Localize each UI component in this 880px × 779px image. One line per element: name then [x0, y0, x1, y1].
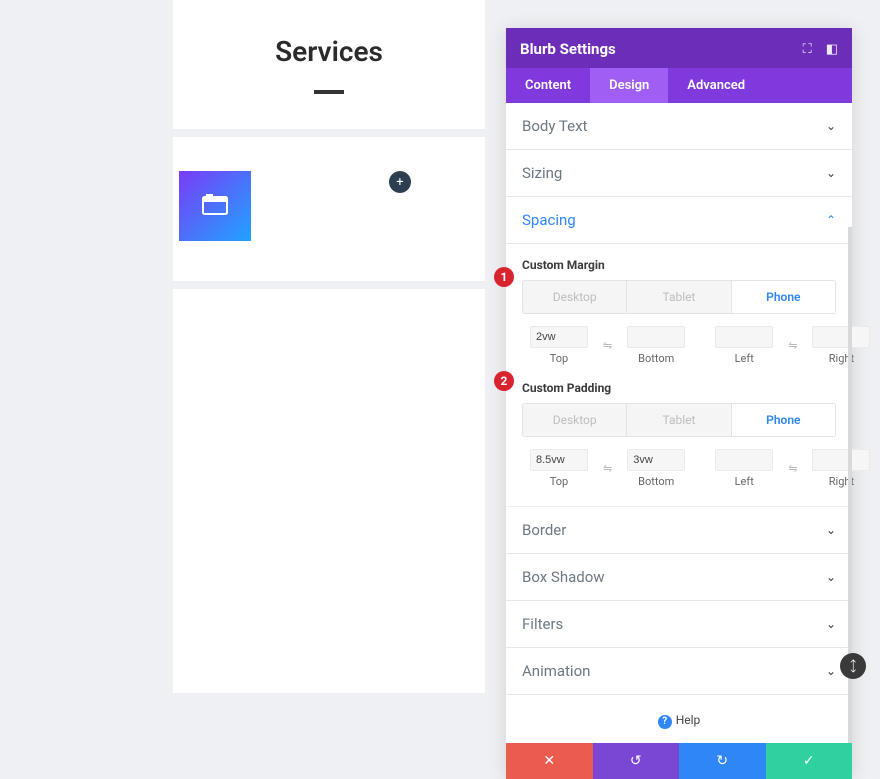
- section-border[interactable]: Border ⌄: [506, 507, 852, 554]
- margin-device-tabs: Desktop Tablet Phone: [522, 280, 836, 314]
- padding-inputs: Top ⇋ Bottom Left ⇋ Right: [522, 449, 836, 488]
- settings-panel: Blurb Settings ⛶ ◧ Content Design Advanc…: [506, 28, 852, 779]
- side-label-left: Left: [735, 475, 754, 488]
- chevron-down-icon: ⌄: [826, 570, 836, 584]
- close-icon: ✕: [543, 753, 555, 769]
- tab-content[interactable]: Content: [506, 68, 590, 103]
- section-gap: [173, 129, 485, 137]
- padding-bottom-input[interactable]: [627, 449, 685, 471]
- custom-margin-label: Custom Margin: [522, 258, 836, 272]
- custom-padding-label: Custom Padding: [522, 381, 836, 395]
- panel-body: Body Text ⌄ Sizing ⌄ Spacing ⌃ Custom Ma…: [506, 103, 852, 743]
- side-label-bottom: Bottom: [638, 352, 674, 365]
- padding-right-input[interactable]: [812, 449, 870, 471]
- expand-icon[interactable]: ⛶: [803, 42, 812, 57]
- help-link[interactable]: ?Help: [506, 695, 852, 743]
- resize-icon: ⤡: [844, 657, 862, 675]
- margin-top-input[interactable]: [530, 326, 588, 348]
- section-animation[interactable]: Animation ⌄: [506, 648, 852, 695]
- padding-device-tabs: Desktop Tablet Phone: [522, 403, 836, 437]
- padding-left-input[interactable]: [715, 449, 773, 471]
- margin-inputs: Top ⇋ Bottom Left ⇋ Right: [522, 326, 836, 365]
- preview-pane: Services +: [173, 0, 485, 693]
- save-button[interactable]: ✓: [766, 743, 853, 779]
- preview-module[interactable]: +: [173, 137, 485, 281]
- margin-right-input[interactable]: [812, 326, 870, 348]
- chevron-down-icon: ⌄: [826, 119, 836, 133]
- section-filters[interactable]: Filters ⌄: [506, 601, 852, 648]
- section-body-text[interactable]: Body Text ⌄: [506, 103, 852, 150]
- callout-badge-1: 1: [494, 267, 514, 287]
- add-module-button[interactable]: +: [389, 171, 411, 193]
- section-gap: [173, 281, 485, 289]
- device-tab-desktop[interactable]: Desktop: [523, 281, 627, 313]
- blurb-card[interactable]: [179, 171, 251, 241]
- undo-button[interactable]: ↺: [593, 743, 680, 779]
- side-label-left: Left: [735, 352, 754, 365]
- link-icon[interactable]: ⇋: [603, 462, 612, 475]
- help-icon: ?: [658, 715, 672, 729]
- check-icon: ✓: [803, 753, 815, 769]
- redo-button[interactable]: ↻: [679, 743, 766, 779]
- spacing-subsection: Custom Margin Desktop Tablet Phone Top ⇋…: [506, 244, 852, 507]
- section-box-shadow[interactable]: Box Shadow ⌄: [506, 554, 852, 601]
- device-tab-phone[interactable]: Phone: [732, 281, 835, 313]
- dock-icon[interactable]: ◧: [826, 42, 838, 57]
- tab-design[interactable]: Design: [590, 68, 668, 103]
- panel-header: Blurb Settings ⛶ ◧ Content Design Advanc…: [506, 28, 852, 103]
- action-bar: ✕ ↺ ↻ ✓: [506, 743, 852, 779]
- margin-left-input[interactable]: [715, 326, 773, 348]
- chevron-down-icon: ⌄: [826, 523, 836, 537]
- redo-icon: ↻: [716, 753, 728, 769]
- device-tab-tablet[interactable]: Tablet: [627, 404, 731, 436]
- title-divider: [314, 90, 344, 94]
- side-label-bottom: Bottom: [638, 475, 674, 488]
- link-icon[interactable]: ⇋: [603, 339, 612, 352]
- device-tab-tablet[interactable]: Tablet: [627, 281, 731, 313]
- padding-top-input[interactable]: [530, 449, 588, 471]
- chevron-down-icon: ⌄: [826, 166, 836, 180]
- chevron-down-icon: ⌄: [826, 664, 836, 678]
- plus-icon: +: [396, 175, 403, 190]
- window-icon: [202, 193, 228, 219]
- margin-bottom-input[interactable]: [627, 326, 685, 348]
- side-label-top: Top: [550, 475, 568, 488]
- panel-tabs: Content Design Advanced: [506, 68, 852, 103]
- link-icon[interactable]: ⇋: [788, 462, 797, 475]
- link-icon[interactable]: ⇋: [788, 339, 797, 352]
- chevron-up-icon: ⌃: [826, 213, 836, 227]
- page-title: Services: [173, 35, 485, 68]
- side-label-top: Top: [550, 352, 568, 365]
- undo-icon: ↺: [630, 753, 642, 769]
- callout-badge-2: 2: [494, 371, 514, 391]
- section-sizing[interactable]: Sizing ⌄: [506, 150, 852, 197]
- tab-advanced[interactable]: Advanced: [668, 68, 764, 103]
- device-tab-phone[interactable]: Phone: [732, 404, 835, 436]
- cancel-button[interactable]: ✕: [506, 743, 593, 779]
- panel-title: Blurb Settings: [520, 40, 616, 58]
- device-tab-desktop[interactable]: Desktop: [523, 404, 627, 436]
- section-spacing[interactable]: Spacing ⌃: [506, 197, 852, 244]
- chevron-down-icon: ⌄: [826, 617, 836, 631]
